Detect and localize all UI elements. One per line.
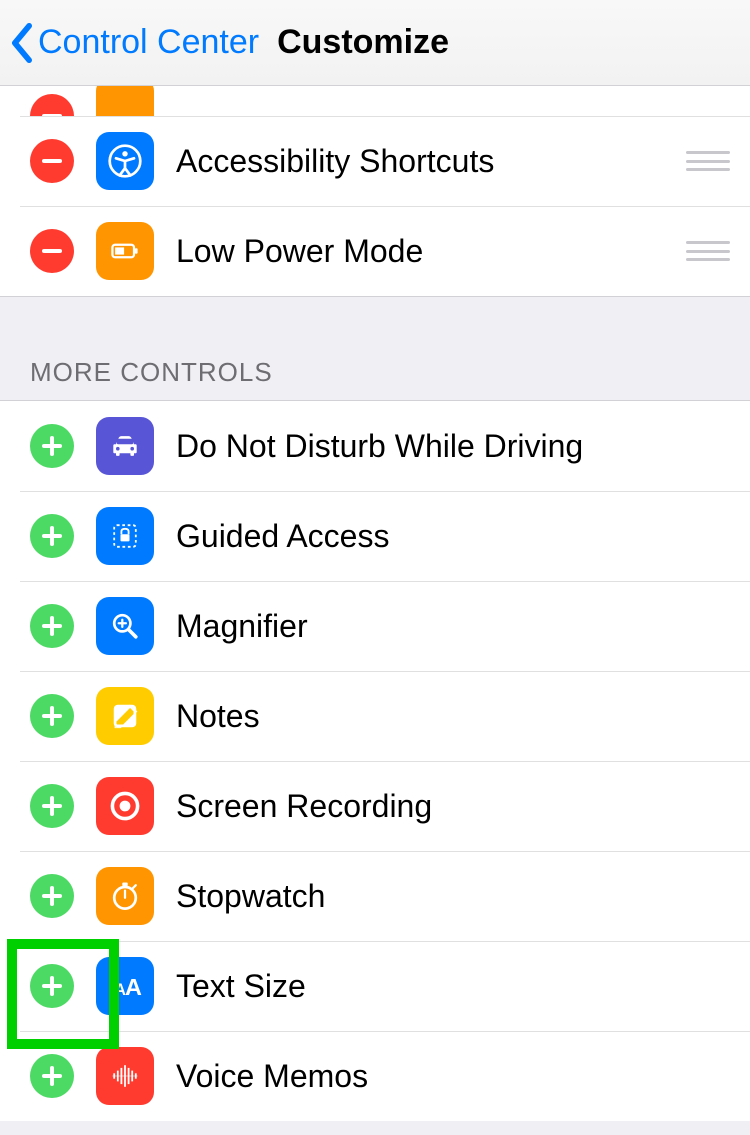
- more-controls-list: Do Not Disturb While Driving Guided Acce…: [0, 400, 750, 1121]
- list-item: Voice Memos: [0, 1031, 750, 1121]
- drag-handle-icon[interactable]: [686, 241, 730, 261]
- add-button[interactable]: [30, 514, 74, 558]
- car-icon: [96, 417, 154, 475]
- add-button[interactable]: [30, 604, 74, 648]
- list-item: Guided Access: [0, 491, 750, 581]
- item-label: Accessibility Shortcuts: [176, 143, 686, 180]
- list-item: Stopwatch: [0, 851, 750, 941]
- nav-bar: Control Center Customize: [0, 0, 750, 86]
- back-label: Control Center: [38, 23, 259, 62]
- stopwatch-icon: [96, 867, 154, 925]
- item-label: Low Power Mode: [176, 233, 686, 270]
- item-label: Text Size: [176, 968, 730, 1005]
- item-label: Voice Memos: [176, 1058, 730, 1095]
- list-item: [0, 86, 750, 116]
- remove-button[interactable]: [30, 139, 74, 183]
- low-power-icon: [96, 222, 154, 280]
- page-title: Customize: [277, 23, 449, 62]
- chevron-left-icon: [10, 23, 34, 63]
- remove-button[interactable]: [30, 229, 74, 273]
- add-button[interactable]: [30, 964, 74, 1008]
- list-item: Low Power Mode: [0, 206, 750, 296]
- item-label: Magnifier: [176, 608, 730, 645]
- accessibility-icon: [96, 132, 154, 190]
- guided-access-icon: [96, 507, 154, 565]
- item-label: Notes: [176, 698, 730, 735]
- text-size-icon: AA: [96, 957, 154, 1015]
- remove-button[interactable]: [30, 94, 74, 116]
- drag-handle-icon[interactable]: [686, 151, 730, 171]
- list-item: Do Not Disturb While Driving: [0, 401, 750, 491]
- magnifier-icon: [96, 597, 154, 655]
- included-controls-list: Accessibility Shortcuts Low Power Mode: [0, 86, 750, 297]
- item-label: Guided Access: [176, 518, 730, 555]
- add-button[interactable]: [30, 424, 74, 468]
- list-item: Notes: [0, 671, 750, 761]
- list-item: Screen Recording: [0, 761, 750, 851]
- item-label: Screen Recording: [176, 788, 730, 825]
- voice-memos-icon: [96, 1047, 154, 1105]
- record-icon: [96, 777, 154, 835]
- list-item: Magnifier: [0, 581, 750, 671]
- list-item: AA Text Size: [0, 941, 750, 1031]
- notes-icon: [96, 687, 154, 745]
- add-button[interactable]: [30, 694, 74, 738]
- list-item: Accessibility Shortcuts: [0, 116, 750, 206]
- back-button[interactable]: Control Center: [10, 23, 259, 63]
- section-header-more: MORE CONTROLS: [0, 297, 750, 400]
- add-button[interactable]: [30, 1054, 74, 1098]
- item-label: Stopwatch: [176, 878, 730, 915]
- add-button[interactable]: [30, 874, 74, 918]
- add-button[interactable]: [30, 784, 74, 828]
- svg-text:A: A: [125, 974, 142, 1000]
- partial-icon: [96, 86, 154, 116]
- item-label: Do Not Disturb While Driving: [176, 428, 730, 465]
